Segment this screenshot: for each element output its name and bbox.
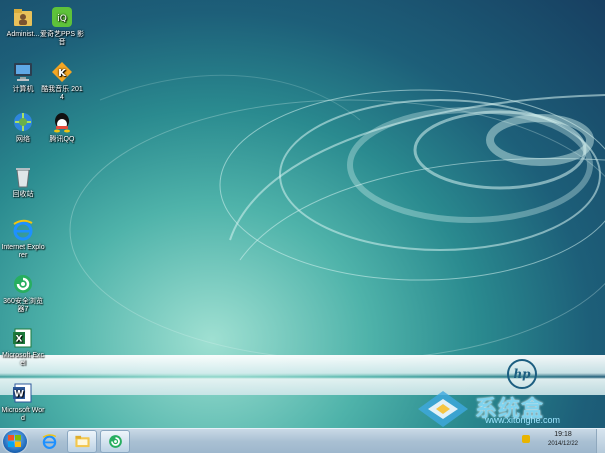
network-icon — [11, 110, 35, 134]
desktop[interactable]: Administ... iQ 爱奇艺PPS 影音 计算机 K 酷我音乐 2014… — [0, 0, 605, 453]
taskbar-internet-explorer[interactable] — [34, 430, 64, 453]
taskbar: 19:18 2014/12/22 — [0, 428, 605, 453]
recycle-bin-icon — [11, 165, 35, 189]
desktop-icon-label: 网络 — [16, 136, 30, 143]
360-browser-icon — [11, 272, 35, 296]
taskbar-360-browser[interactable] — [100, 430, 130, 453]
desktop-icon-network[interactable]: 网络 — [1, 110, 45, 144]
desktop-icon-label: 爱奇艺PPS 影音 — [40, 31, 84, 46]
desktop-icon-label: 回收站 — [12, 191, 34, 198]
svg-text:X: X — [16, 335, 23, 345]
desktop-icon-label: Microsoft Word — [1, 407, 45, 422]
desktop-icon-excel[interactable]: X Microsoft Excel — [1, 326, 45, 368]
desktop-icon-label: 计算机 — [12, 86, 34, 93]
word-icon: W — [11, 381, 35, 405]
computer-icon — [11, 60, 35, 84]
desktop-icon-label: Internet Explorer — [1, 244, 45, 259]
desktop-icon-iqiyi-pps[interactable]: iQ 爱奇艺PPS 影音 — [40, 5, 84, 47]
show-desktop-button[interactable] — [596, 429, 605, 453]
hp-logo: hp — [507, 359, 537, 389]
desktop-icon-administrator[interactable]: Administ... — [1, 5, 45, 39]
taskbar-windows-explorer[interactable] — [67, 430, 97, 453]
360-browser-icon — [108, 435, 122, 448]
desktop-icon-360-browser[interactable]: 360安全浏览器7 — [1, 272, 45, 314]
svg-text:W: W — [14, 390, 24, 400]
qq-icon — [50, 110, 74, 134]
watermark: 系统盒 www.xitonghe.com — [414, 389, 604, 429]
svg-text:K: K — [58, 68, 67, 79]
desktop-icon-word[interactable]: W Microsoft Word — [1, 381, 45, 423]
desktop-icon-label: 酷我音乐 2014 — [41, 86, 83, 101]
kuwo-music-icon: K — [50, 60, 74, 84]
desktop-icon-label: Administ... — [6, 31, 40, 38]
desktop-icon-label: 腾讯QQ — [49, 136, 75, 143]
desktop-icon-recycle-bin[interactable]: 回收站 — [1, 165, 45, 199]
desktop-icon-label: Microsoft Excel — [1, 352, 44, 367]
desktop-icon-kuwo-music[interactable]: K 酷我音乐 2014 — [40, 60, 84, 102]
clock-time[interactable]: 19:18 — [543, 431, 583, 438]
excel-icon: X — [11, 326, 35, 350]
start-button[interactable] — [3, 430, 27, 453]
internet-explorer-icon — [42, 434, 56, 449]
iqiyi-pps-icon: iQ — [50, 5, 74, 29]
desktop-icon-internet-explorer[interactable]: Internet Explorer — [1, 218, 45, 260]
watermark-url: www.xitonghe.com — [485, 415, 561, 425]
svg-text:iQ: iQ — [57, 14, 67, 24]
user-folder-icon — [11, 5, 35, 29]
desktop-icon-qq[interactable]: 腾讯QQ — [40, 110, 84, 144]
clock-date[interactable]: 2014/12/22 — [543, 441, 583, 447]
folder-icon — [74, 435, 90, 448]
windows-logo-icon — [8, 435, 21, 447]
desktop-icon-computer[interactable]: 计算机 — [1, 60, 45, 94]
desktop-icon-label: 360安全浏览器7 — [3, 298, 43, 313]
watermark-logo-icon — [418, 391, 468, 427]
action-center-flag-icon[interactable] — [522, 435, 530, 443]
internet-explorer-icon — [11, 218, 35, 242]
